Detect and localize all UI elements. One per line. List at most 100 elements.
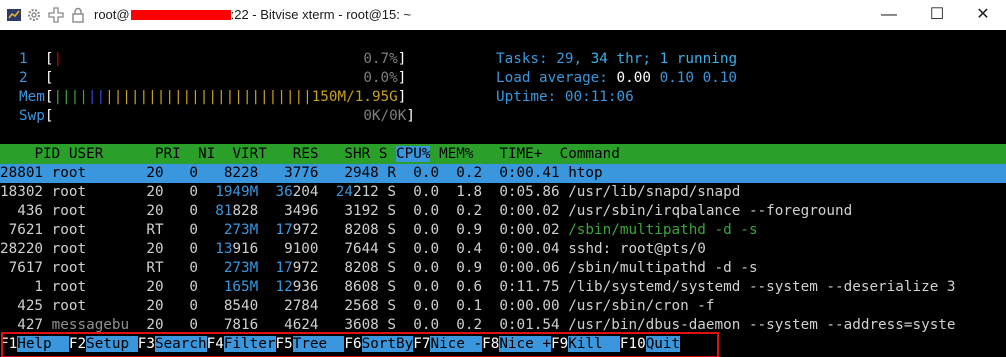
cpu: 0.0 — [404, 203, 448, 219]
cpu: 0.0 — [404, 241, 448, 257]
pid: 427 — [0, 317, 52, 333]
col-command[interactable]: Command — [560, 146, 620, 162]
col-mem[interactable]: MEM% — [439, 146, 473, 162]
process-row[interactable]: 18302 root 20 0 1949M 36204 24212 S 0.0 … — [0, 183, 1006, 202]
res: 12936 — [275, 279, 319, 295]
cpu1-meter: 1 [| 0.7%] — [19, 51, 407, 67]
cpu: 0.0 — [404, 298, 448, 314]
fkey-f1[interactable]: F1 — [0, 336, 18, 352]
col-ni[interactable]: NI — [198, 146, 215, 162]
res: 17972 — [275, 222, 319, 238]
fkey-f2[interactable]: F2 — [68, 336, 87, 352]
pid: 1 — [0, 279, 52, 295]
command: /lib/systemd/systemd --system --deserial… — [568, 279, 956, 295]
fkey-label-f10[interactable]: Quit — [645, 336, 681, 352]
mem: 1.8 — [447, 184, 491, 200]
shr: 24212 — [335, 184, 379, 200]
time: 0:00.41 — [490, 165, 569, 181]
threads-count: 34 thr; — [590, 51, 651, 67]
process-row[interactable]: 28220 root 20 0 13916 9100 7644 S 0.0 0.… — [0, 240, 1006, 259]
process-row[interactable]: 436 root 20 0 81828 3496 3192 S 0.0 0.2 … — [0, 202, 1006, 221]
command: sshd: root@pts/0 — [568, 241, 706, 257]
res: 9100 — [266, 241, 319, 257]
mem: 0.6 — [447, 279, 491, 295]
state: R — [378, 165, 405, 181]
app-icon[interactable] — [6, 7, 22, 23]
col-pid[interactable]: PID — [34, 146, 60, 162]
nice: 0 — [172, 279, 207, 295]
mem-value: 150M/1.95G — [311, 89, 398, 105]
virt: 1949M — [206, 184, 259, 200]
fkey-label-f6[interactable]: SortBy — [361, 336, 414, 352]
col-user[interactable]: USER — [69, 146, 103, 162]
maximize-button[interactable]: ☐ — [914, 0, 960, 30]
process-row[interactable]: 1 root 20 0 165M 12936 8608 S 0.0 0.6 0:… — [0, 278, 1006, 297]
tasks-stat: Tasks: 29, 34 thr; 1 running — [496, 50, 737, 69]
res: 3496 — [266, 203, 319, 219]
cpu2-label: 2 — [19, 70, 28, 86]
col-virt[interactable]: VIRT — [232, 146, 266, 162]
fkey-f8[interactable]: F8 — [482, 336, 500, 352]
virt: 8540 — [206, 298, 259, 314]
process-row[interactable]: 7617 root RT 0 273M 17972 8208 S 0.0 0.9… — [0, 259, 1006, 278]
fkey-f4[interactable]: F4 — [206, 336, 224, 352]
process-row[interactable]: 28801 root 20 0 8228 3776 2948 R 0.0 0.2… — [0, 164, 1006, 183]
res: 17972 — [275, 260, 319, 276]
col-time[interactable]: TIME+ — [499, 146, 542, 162]
fkey-f10[interactable]: F10 — [619, 336, 646, 352]
minimize-button[interactable]: — — [866, 0, 912, 30]
fkey-label-f9[interactable]: Kill — [568, 336, 620, 352]
fkey-label-f5[interactable]: Tree — [292, 336, 345, 352]
command: /usr/bin/dbus-daemon --system --address=… — [568, 317, 956, 333]
user: root — [51, 241, 130, 257]
fkey-f9[interactable]: F9 — [551, 336, 569, 352]
fkey-f5[interactable]: F5 — [275, 336, 293, 352]
priority: RT — [129, 260, 173, 276]
fkey-label-f1[interactable]: Help — [17, 336, 69, 352]
col-pri[interactable]: PRI — [155, 146, 181, 162]
fkey-f7[interactable]: F7 — [413, 336, 431, 352]
col-cpu[interactable]: CPU% — [396, 146, 431, 162]
gear-icon[interactable] — [26, 7, 42, 23]
cpu2-value: 0.0% — [363, 70, 398, 86]
col-res[interactable]: RES — [293, 146, 319, 162]
running-count: 1 running — [659, 51, 738, 67]
fkey-label-f4[interactable]: Filter — [223, 336, 276, 352]
title-prefix: root@ — [94, 7, 130, 22]
virt: 273M — [206, 222, 259, 238]
time: 0:00.06 — [490, 260, 569, 276]
mem: 0.4 — [447, 241, 491, 257]
fkey-label-f8[interactable]: Nice + — [499, 336, 551, 352]
command: htop — [568, 165, 603, 181]
shr: 2948 — [327, 165, 379, 181]
fkey-f6[interactable]: F6 — [344, 336, 362, 352]
mem: 0.9 — [447, 222, 491, 238]
fkey-f3[interactable]: F3 — [137, 336, 155, 352]
time: 0:00.02 — [490, 222, 569, 238]
user: root — [51, 260, 130, 276]
virt: 273M — [206, 260, 259, 276]
tasks-count: 29, — [556, 51, 583, 67]
shr: 3192 — [327, 203, 379, 219]
fkey-label-f3[interactable]: Search — [154, 336, 207, 352]
lock-icon[interactable] — [70, 7, 86, 23]
pid: 7621 — [0, 222, 52, 238]
pid: 425 — [0, 298, 52, 314]
load-5: 0.10 — [659, 70, 694, 86]
priority: 20 — [129, 317, 173, 333]
fkey-label-f2[interactable]: Setup — [86, 336, 138, 352]
load-label: Load average: — [496, 70, 608, 86]
add-icon[interactable] — [48, 7, 64, 23]
pid: 18302 — [0, 184, 52, 200]
process-table-header[interactable]: PID USER PRI NI VIRT RES SHR S CPU% MEM%… — [0, 144, 1006, 164]
time: 0:00.02 — [490, 203, 569, 219]
virt: 81828 — [215, 203, 259, 219]
fkey-label-f7[interactable]: Nice - — [430, 336, 483, 352]
terminal-area[interactable]: 1 [| 0.7%] 2 [ 0.0%] Mem[|||||||||||||||… — [0, 30, 1006, 357]
priority: 20 — [129, 165, 173, 181]
process-row[interactable]: 7621 root RT 0 273M 17972 8208 S 0.0 0.9… — [0, 221, 1006, 240]
process-row[interactable]: 425 root 20 0 8540 2784 2568 S 0.0 0.1 0… — [0, 297, 1006, 316]
col-shr[interactable]: SHR — [344, 146, 370, 162]
shr: 3608 — [327, 317, 379, 333]
close-button[interactable]: ✕ — [960, 0, 1006, 30]
